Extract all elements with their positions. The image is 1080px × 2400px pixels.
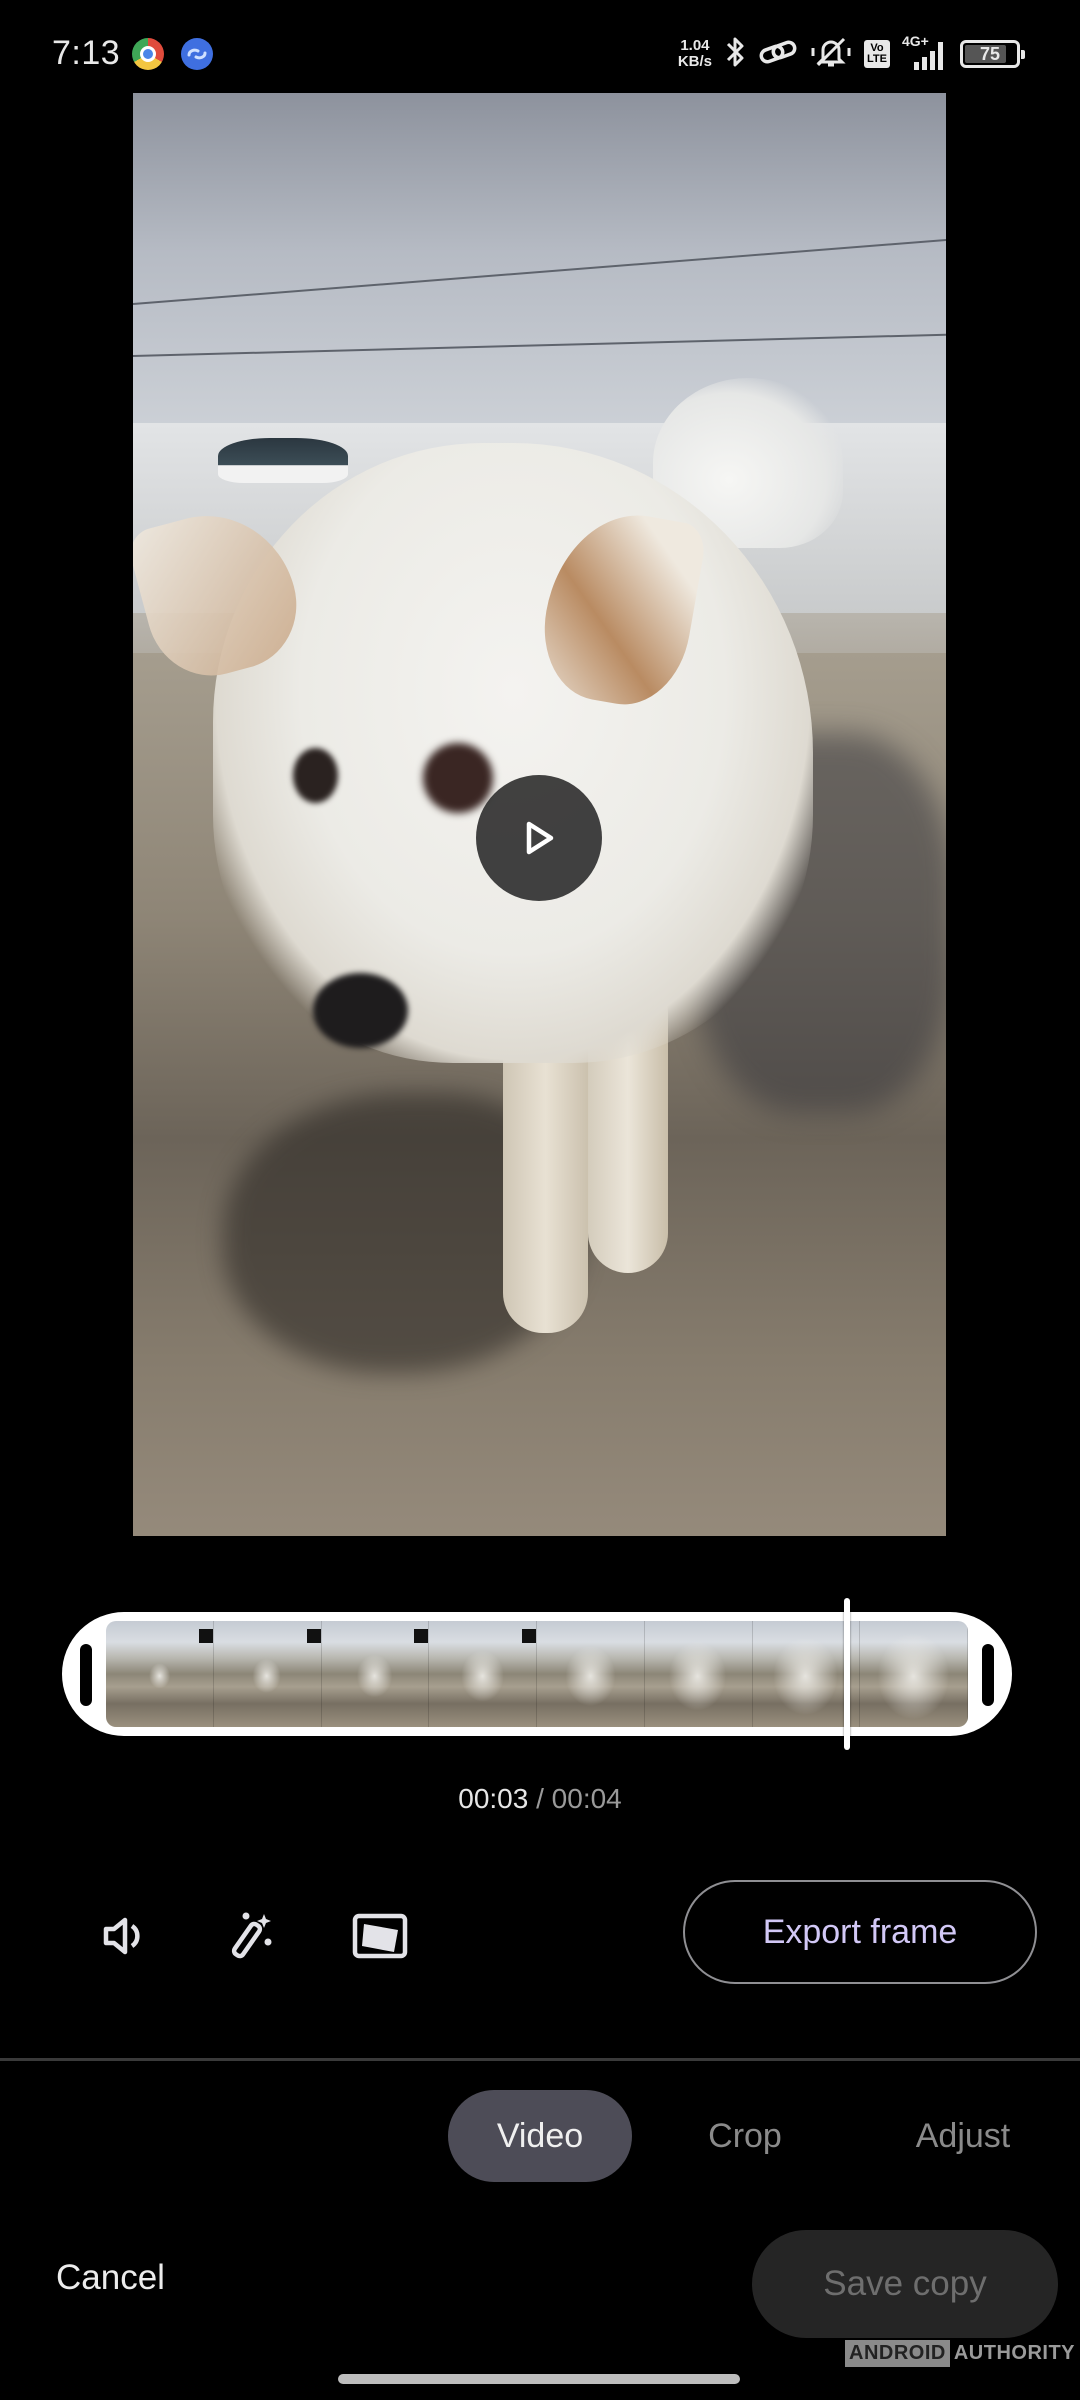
bluetooth-icon [724,35,746,74]
system-status-icons: 1.04 KB/s Vo LTE 4G+ 75 [678,34,1025,74]
thumbnail-dog [565,1645,616,1707]
signal-icon: 4G+ [902,34,948,72]
hotspot-link-icon [758,37,798,72]
status-time: 7:13 [52,34,121,72]
thumbnail-dog [252,1659,282,1694]
stabilize-button[interactable] [352,1908,408,1964]
timeline-thumbnail [321,1621,430,1727]
tab-adjust[interactable]: Adjust [888,2090,1038,2182]
timeline-playhead[interactable] [844,1598,851,1750]
thumbnail-dog [877,1632,950,1720]
home-indicator[interactable] [338,2374,740,2384]
timecode: 00:03 / 00:04 [0,1783,1080,1815]
timeline-thumbnail [537,1621,645,1727]
thumbnail-mark [306,1629,321,1643]
thumbnail-mark [198,1629,213,1643]
stabilize-icon [352,1913,408,1959]
timeline-thumbnail [429,1621,537,1727]
timeline-thumbnail [644,1621,753,1727]
thumbnail-dog [148,1663,171,1689]
status-bar: 7:13 1.04 KB/s Vo LTE 4G+ 75 [0,0,1080,100]
total-time: 00:04 [551,1783,622,1814]
network-speed-unit: KB/s [677,53,713,70]
silent-bell-icon [810,35,852,74]
preview-shoes [218,438,348,483]
dog-eye [423,743,493,813]
watermark: ANDROID AUTHORITY [845,2340,1075,2367]
timeline-frames [106,1621,968,1727]
trim-timeline[interactable] [62,1612,1012,1736]
thumbnail-dog [773,1637,839,1716]
network-speed-value: 1.04 [680,37,710,54]
link-app-icon [181,38,213,70]
volume-icon [103,1917,140,1955]
trim-handle-end[interactable] [982,1644,994,1706]
cancel-button[interactable]: Cancel [56,2258,165,2298]
magic-wand-icon [231,1912,272,1959]
tab-video[interactable]: Video [448,2090,632,2182]
volte-icon: Vo LTE [864,40,890,68]
save-copy-button[interactable]: Save copy [752,2230,1058,2338]
play-icon [526,821,554,855]
thumbnail-dog [356,1654,393,1698]
thumbnail-dog [460,1650,505,1702]
trim-handle-start[interactable] [80,1644,92,1706]
thumbnail-mark [522,1629,536,1643]
network-speed: 1.04 KB/s [678,38,712,70]
dog-eye [293,748,338,803]
tab-crop[interactable]: Crop [680,2090,810,2182]
watermark-part2: AUTHORITY [953,2342,1076,2364]
thumbnail-dog [669,1641,728,1711]
enhance-button[interactable] [224,1908,280,1964]
time-separator: / [528,1783,552,1814]
battery-level: 75 [979,43,1001,64]
timeline-thumbnail [106,1621,214,1727]
export-frame-button[interactable]: Export frame [683,1880,1037,1984]
timeline-thumbnail [860,1621,968,1727]
volte-bottom-text: LTE [867,53,887,65]
play-button[interactable] [476,775,602,901]
chrome-icon [132,38,164,70]
mute-button[interactable] [98,1908,154,1964]
dog-nose [313,973,408,1048]
battery-icon: 75 [960,40,1025,68]
watermark-part1: ANDROID [845,2340,950,2367]
thumbnail-mark [414,1629,429,1643]
current-time: 00:03 [458,1783,529,1814]
divider [0,2058,1080,2061]
timeline-thumbnail [213,1621,322,1727]
